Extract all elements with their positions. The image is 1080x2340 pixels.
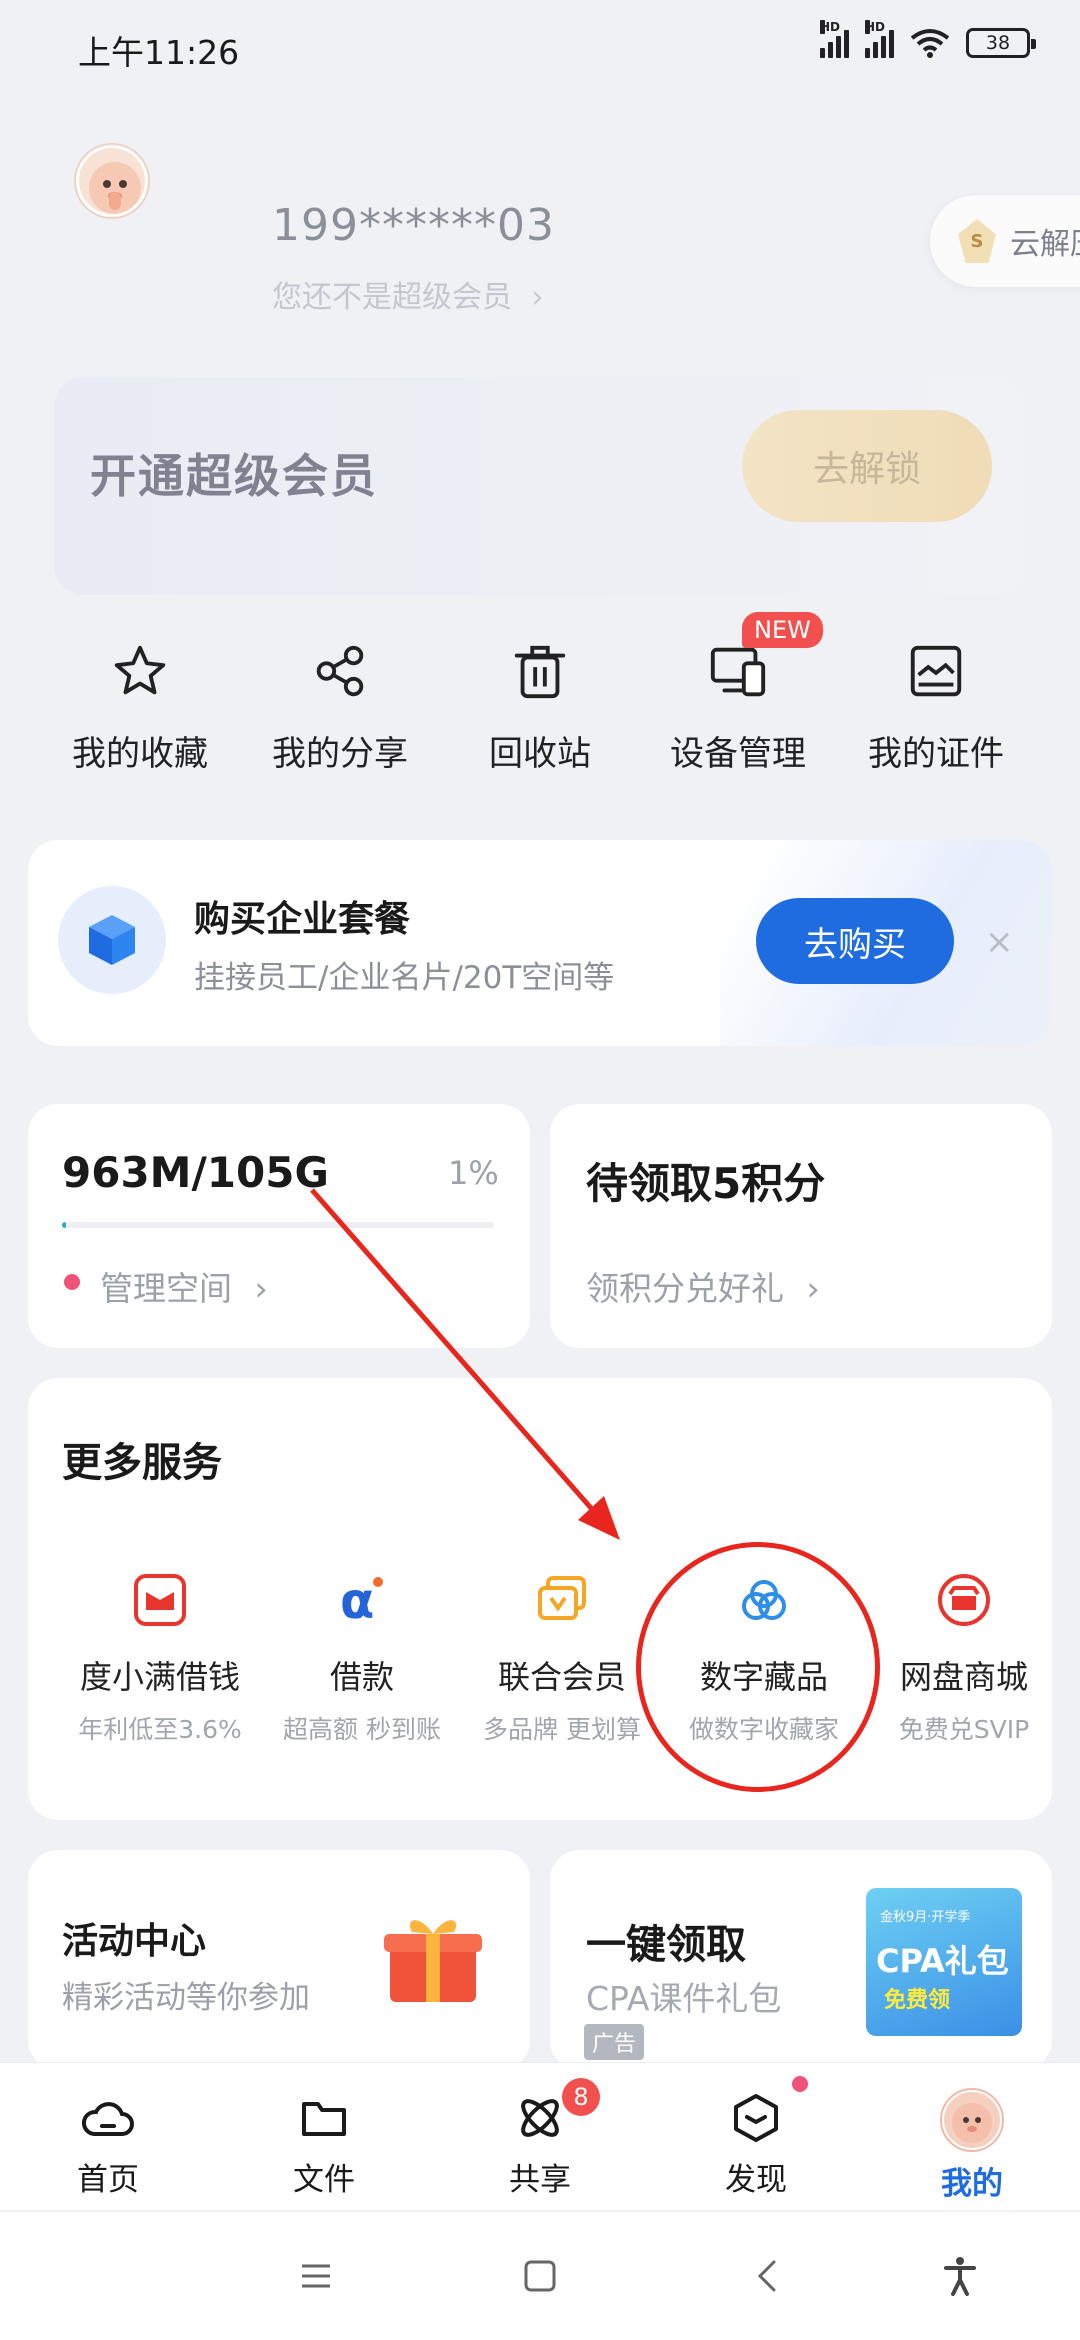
annotation-arrow — [310, 1188, 620, 1540]
annotation-circle — [636, 1542, 880, 1792]
